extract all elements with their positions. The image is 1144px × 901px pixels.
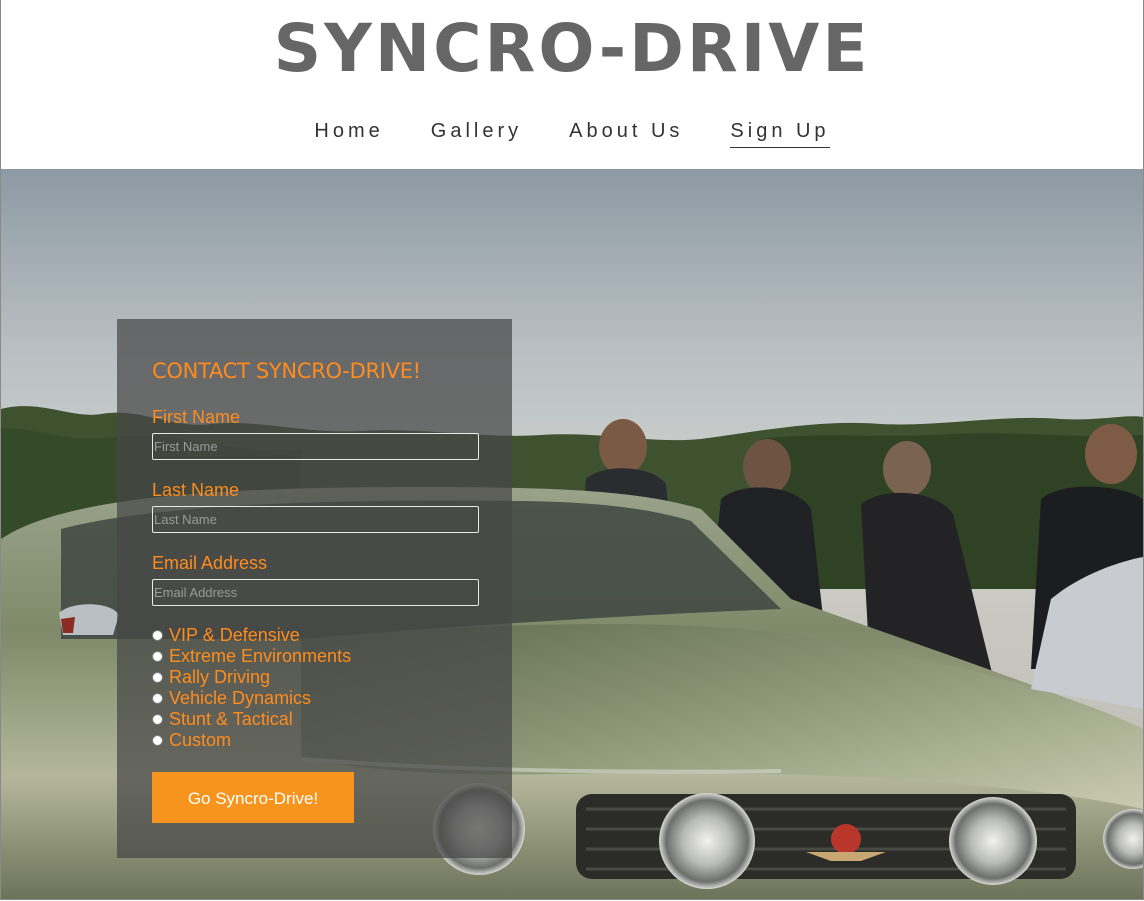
nav-about-us[interactable]: About Us bbox=[569, 118, 683, 148]
radio-button[interactable] bbox=[152, 735, 163, 746]
contact-form-panel: CONTACT SYNCRO-DRIVE! First Name Last Na… bbox=[117, 319, 512, 858]
site-logo[interactable]: SYNCRO-DRIVE bbox=[1, 10, 1143, 88]
radio-button[interactable] bbox=[152, 651, 163, 662]
radio-label: Extreme Environments bbox=[169, 646, 352, 666]
radio-option-rally-driving[interactable]: Rally Driving bbox=[152, 667, 270, 688]
radio-option-extreme-environments[interactable]: Extreme Environments bbox=[152, 646, 351, 667]
radio-option-vip-defensive[interactable]: VIP & Defensive bbox=[152, 625, 300, 646]
radio-label: Vehicle Dynamics bbox=[169, 688, 312, 708]
email-label: Email Address bbox=[152, 553, 268, 573]
submit-button[interactable]: Go Syncro-Drive! bbox=[152, 772, 354, 823]
radio-option-stunt-tactical[interactable]: Stunt & Tactical bbox=[152, 709, 293, 730]
radio-label: VIP & Defensive bbox=[169, 625, 300, 645]
first-name-label: First Name bbox=[152, 407, 241, 427]
nav-sign-up[interactable]: Sign Up bbox=[730, 118, 830, 148]
first-name-input[interactable] bbox=[152, 433, 479, 460]
radio-label: Stunt & Tactical bbox=[169, 709, 293, 729]
main-nav: Home Gallery About Us Sign Up bbox=[1, 118, 1143, 148]
last-name-input[interactable] bbox=[152, 506, 479, 533]
hero-section: CONTACT SYNCRO-DRIVE! First Name Last Na… bbox=[1, 169, 1143, 899]
radio-label: Rally Driving bbox=[169, 667, 271, 687]
radio-option-vehicle-dynamics[interactable]: Vehicle Dynamics bbox=[152, 688, 311, 709]
radio-button[interactable] bbox=[152, 630, 163, 641]
nav-home[interactable]: Home bbox=[314, 118, 383, 148]
form-title: CONTACT SYNCRO-DRIVE! bbox=[152, 359, 421, 383]
email-input[interactable] bbox=[152, 579, 479, 606]
radio-button[interactable] bbox=[152, 693, 163, 704]
site-header: SYNCRO-DRIVE Home Gallery About Us Sign … bbox=[1, 0, 1143, 169]
radio-button[interactable] bbox=[152, 714, 163, 725]
radio-label: Custom bbox=[169, 730, 232, 750]
page-frame: SYNCRO-DRIVE Home Gallery About Us Sign … bbox=[0, 0, 1144, 900]
radio-button[interactable] bbox=[152, 672, 163, 683]
nav-gallery[interactable]: Gallery bbox=[431, 118, 522, 148]
radio-option-custom[interactable]: Custom bbox=[152, 730, 231, 751]
last-name-label: Last Name bbox=[152, 480, 240, 500]
